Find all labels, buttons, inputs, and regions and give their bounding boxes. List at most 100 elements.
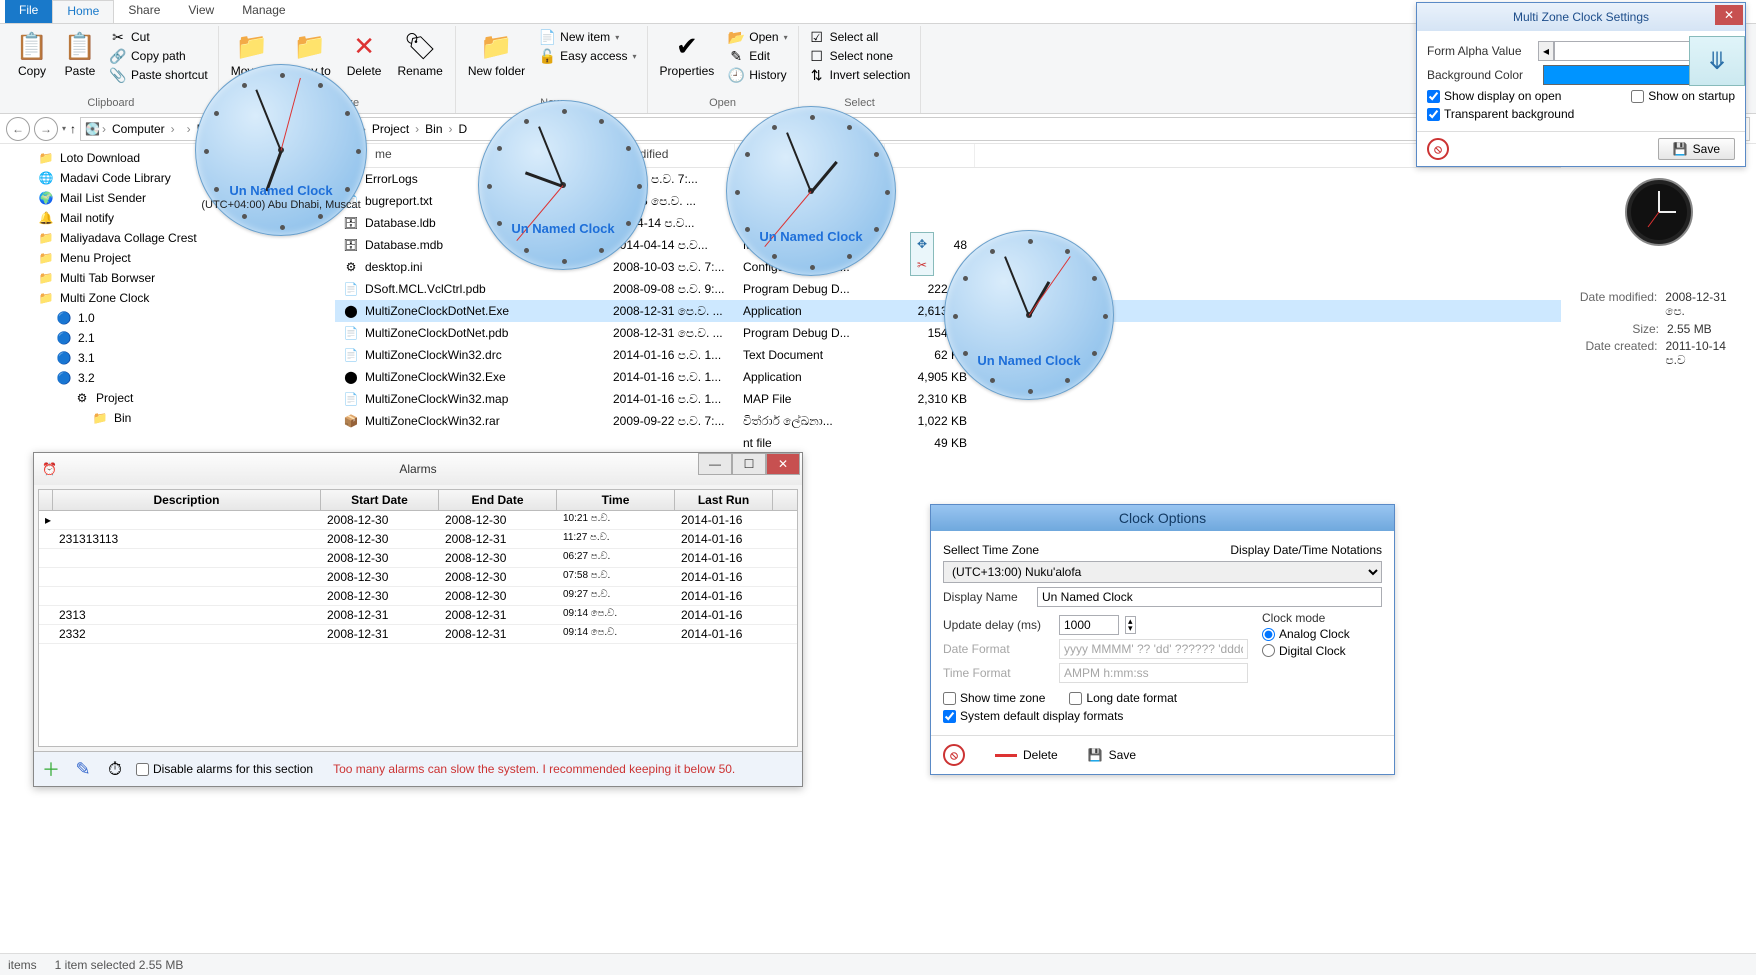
edit-alarm-button[interactable]: ✎ (72, 758, 94, 780)
show-on-open-check[interactable] (1427, 90, 1440, 103)
select-none-button[interactable]: ☐Select none (805, 47, 915, 65)
alarms-footer: ＋ ✎ ⏱ Disable alarms for this section To… (34, 751, 802, 786)
collapse-icon[interactable]: ⤋ (1689, 36, 1745, 86)
settings-close-button[interactable]: ✕ (1715, 5, 1743, 25)
edit-button[interactable]: ✎Edit (724, 47, 791, 65)
transparent-check[interactable] (1427, 108, 1440, 121)
alarm-row[interactable]: 2008-12-302008-12-3007:58 ප.ව.2014-01-16 (39, 568, 797, 587)
folder-icon: 📁 (92, 410, 108, 426)
options-save-button[interactable]: 💾Save (1088, 748, 1136, 762)
digital-radio[interactable] (1262, 644, 1275, 657)
delay-spinner[interactable]: ▴▾ (1125, 616, 1136, 634)
file-icon: ⬤ (343, 303, 359, 319)
options-warn-icon[interactable]: ⦸ (943, 744, 965, 766)
history-icon: 🕘 (728, 67, 744, 83)
drive-icon: 💽 (85, 122, 100, 136)
forward-button[interactable]: → (34, 117, 58, 141)
col-description[interactable]: Description (53, 490, 321, 510)
show-on-startup-check[interactable] (1631, 90, 1644, 103)
alarm-row[interactable]: 2008-12-302008-12-3006:27 ප.ව.2014-01-16 (39, 549, 797, 568)
col-size[interactable] (885, 144, 975, 167)
select-all-button[interactable]: ☑Select all (805, 28, 915, 46)
properties-button[interactable]: ✔Properties (654, 28, 721, 80)
copy-button[interactable]: 📋Copy (10, 28, 54, 80)
drag-helper[interactable]: ✥ ✂ (910, 232, 934, 276)
alarm-row[interactable]: 2313131132008-12-302008-12-3111:27 ප.ව.2… (39, 530, 797, 549)
long-date-check[interactable] (1069, 692, 1082, 705)
settings-save-button[interactable]: 💾Save (1658, 138, 1735, 160)
delete-dash-icon (995, 754, 1017, 757)
timezone-select[interactable]: (UTC+13:00) Nuku'alofa (943, 561, 1382, 583)
easy-access-button[interactable]: 🔓Easy access▾ (535, 47, 640, 65)
alarms-min-button[interactable]: — (698, 453, 732, 475)
nav-item[interactable]: 📁Menu Project (38, 248, 333, 268)
alarm-row[interactable]: 23322008-12-312008-12-3109:14 පෙ.ව.2014-… (39, 625, 797, 644)
alarm-row[interactable]: ▸2008-12-302008-12-3010:21 ප.ව.2014-01-1… (39, 511, 797, 530)
delay-input[interactable] (1059, 615, 1119, 635)
file-icon: 📄 (343, 391, 359, 407)
tab-share[interactable]: Share (114, 0, 174, 23)
cut-button[interactable]: ✂Cut (106, 28, 212, 46)
folder-icon: 📁 (480, 30, 512, 62)
alarms-max-button[interactable]: ☐ (732, 453, 766, 475)
history-button[interactable]: 🕘History (724, 66, 791, 84)
rename-button[interactable]: 🏷Rename (391, 28, 448, 80)
folder-icon: 📁 (38, 150, 54, 166)
up-button[interactable]: ↑ (70, 122, 76, 136)
tab-home[interactable]: Home (52, 0, 114, 23)
clock-alarm-button[interactable]: ⏱ (104, 758, 126, 780)
sys-default-check[interactable] (943, 710, 956, 723)
new-item-icon: 📄 (539, 29, 555, 45)
nav-item[interactable]: ⚙Project (38, 388, 333, 408)
show-tz-check[interactable] (943, 692, 956, 705)
col-time[interactable]: Time (557, 490, 675, 510)
nav-item[interactable]: 📁Multi Zone Clock (38, 288, 333, 308)
clock-widget-4[interactable]: Un Named Clock (944, 230, 1114, 400)
tab-file[interactable]: File (5, 0, 52, 23)
nav-item[interactable]: 📁Bin (38, 408, 333, 428)
nav-item[interactable]: 🔵3.2 (38, 368, 333, 388)
tab-view[interactable]: View (174, 0, 228, 23)
col-start-date[interactable]: Start Date (321, 490, 439, 510)
alarm-row[interactable]: 2008-12-302008-12-3009:27 ප.ව.2014-01-16 (39, 587, 797, 606)
clock-widget-3[interactable]: Un Named Clock (726, 106, 896, 276)
clock-widget-2[interactable]: Un Named Clock (478, 100, 648, 270)
easy-icon: 🔓 (539, 48, 555, 64)
alpha-dec[interactable]: ◂ (1538, 41, 1554, 61)
paste-button[interactable]: 📋Paste (58, 28, 102, 80)
clipboard-group-label: Clipboard (10, 95, 212, 111)
analog-radio[interactable] (1262, 628, 1275, 641)
new-item-button[interactable]: 📄New item▾ (535, 28, 640, 46)
display-name-input[interactable] (1037, 587, 1382, 607)
add-alarm-button[interactable]: ＋ (40, 758, 62, 780)
invert-selection-button[interactable]: ⇅Invert selection (805, 66, 915, 84)
clock-widget-1[interactable]: Un Named Clock (UTC+04:00) Abu Dhabi, Mu… (195, 64, 367, 236)
col-last-run[interactable]: Last Run (675, 490, 773, 510)
col-end-date[interactable]: End Date (439, 490, 557, 510)
settings-warn-icon[interactable]: ⦸ (1427, 138, 1449, 160)
history-dropdown[interactable]: ▾ (62, 124, 66, 133)
cut-icon: ✂ (110, 29, 126, 45)
properties-icon: ✔ (671, 30, 703, 62)
new-folder-button[interactable]: 📁New folder (462, 28, 531, 80)
back-button[interactable]: ← (6, 117, 30, 141)
file-row[interactable]: 📦MultiZoneClockWin32.rar2009-09-22 ප.ව. … (335, 410, 1561, 432)
file-row[interactable]: nt file49 KB (335, 432, 1561, 454)
nav-item[interactable]: 🔵3.1 (38, 348, 333, 368)
tz-label: Sellect Time Zone (943, 543, 1039, 557)
file-icon: 🗄 (343, 237, 359, 253)
disable-alarms-check[interactable] (136, 763, 149, 776)
invert-icon: ⇅ (809, 67, 825, 83)
alarms-close-button[interactable]: ✕ (766, 453, 800, 475)
nav-item[interactable]: 🔵2.1 (38, 328, 333, 348)
alarm-row[interactable]: 23132008-12-312008-12-3109:14 පෙ.ව.2014-… (39, 606, 797, 625)
copy-path-button[interactable]: 🔗Copy path (106, 47, 212, 65)
paste-icon: 📋 (64, 30, 96, 62)
file-thumbnail (1611, 164, 1707, 260)
options-delete-button[interactable]: Delete (995, 748, 1058, 762)
shortcut-icon: 📎 (110, 67, 126, 83)
open-button[interactable]: 📂Open▾ (724, 28, 791, 46)
tab-manage[interactable]: Manage (228, 0, 299, 23)
nav-item[interactable]: 📁Multi Tab Borwser (38, 268, 333, 288)
nav-item[interactable]: 🔵1.0 (38, 308, 333, 328)
